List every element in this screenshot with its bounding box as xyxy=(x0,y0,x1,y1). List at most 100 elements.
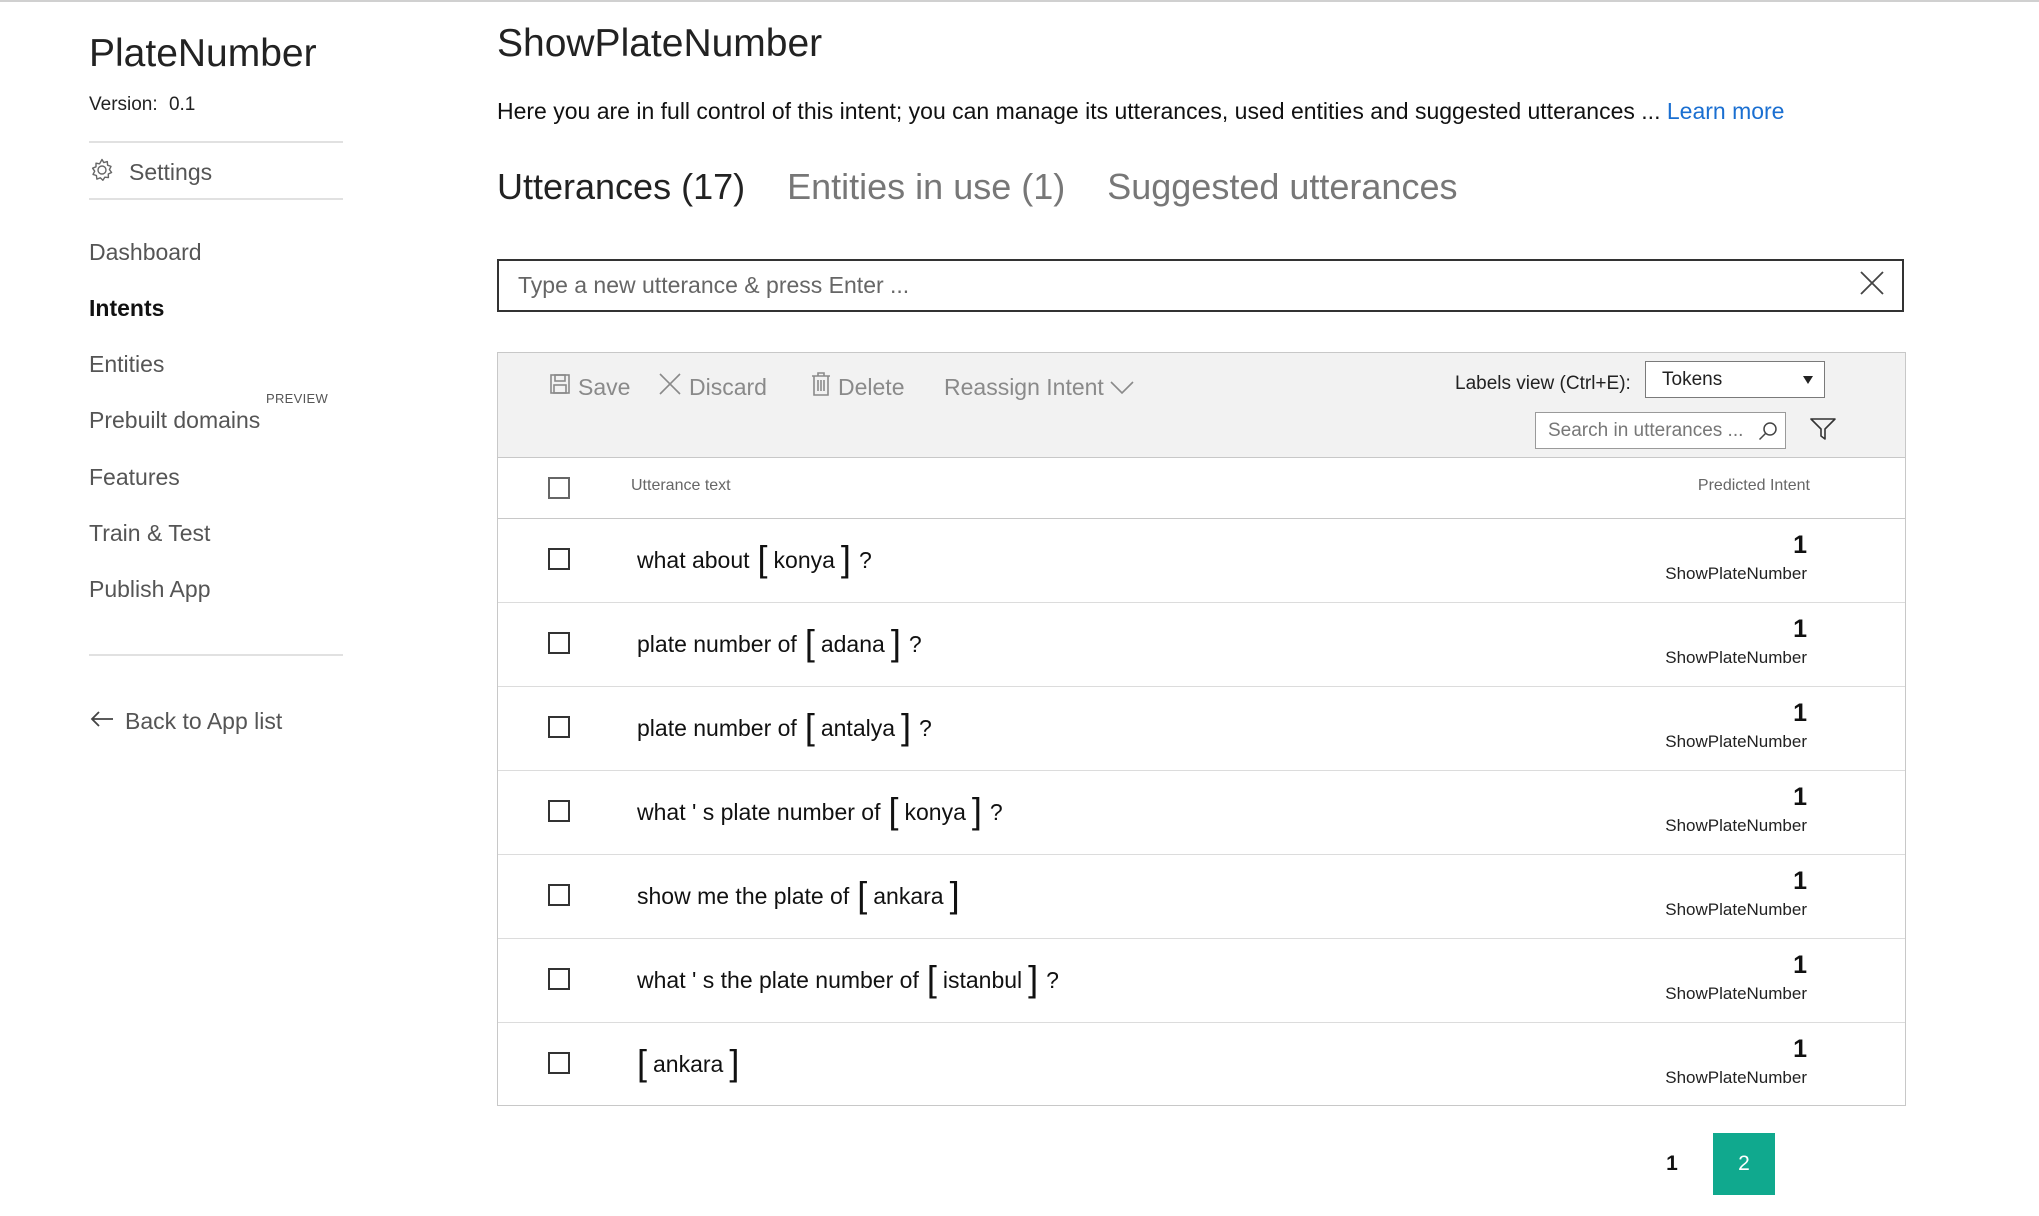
entity-open-bracket: [ xyxy=(637,1041,648,1083)
search-box xyxy=(1535,412,1786,449)
nav-train-test[interactable]: Train & Test xyxy=(89,520,210,547)
utterance-text[interactable]: what ' s plate number of [konya]? xyxy=(637,771,1003,854)
table-body: what about[konya]? 1 ShowPlateNumber plate … xyxy=(498,519,1905,1105)
prediction-score: 1 xyxy=(1793,783,1807,811)
nav-publish-app[interactable]: Publish App xyxy=(89,576,210,603)
reassign-intent-dropdown[interactable]: Reassign Intent xyxy=(944,367,1141,407)
tab-suggested-utterances[interactable]: Suggested utterances xyxy=(1107,166,1457,208)
utterance-text[interactable]: [ankara] xyxy=(637,1023,739,1106)
predicted-intent[interactable]: ShowPlateNumber xyxy=(1665,816,1807,836)
entity-token[interactable]: konya xyxy=(904,799,965,826)
row-checkbox[interactable] xyxy=(548,632,570,654)
utterance-prefix: plate number of xyxy=(637,631,797,657)
clear-button[interactable] xyxy=(1842,261,1902,310)
delete-label: Delete xyxy=(838,373,905,400)
page-title: ShowPlateNumber xyxy=(497,22,823,65)
new-utterance-input[interactable] xyxy=(499,260,1842,311)
table-row[interactable]: plate number of [antalya]? 1 ShowPlateNumbe… xyxy=(498,687,1905,771)
entity-token[interactable]: adana xyxy=(821,631,885,658)
nav-prebuilt-domains-label: Prebuilt domains xyxy=(89,407,261,433)
row-checkbox[interactable] xyxy=(548,716,570,738)
utterance-text[interactable]: show me the plate of [ankara] xyxy=(637,855,960,938)
page-1-button[interactable]: 1 xyxy=(1641,1133,1703,1195)
app-name: PlateNumber xyxy=(89,32,317,75)
tab-utterances[interactable]: Utterances (17) xyxy=(497,166,745,208)
learn-more-link[interactable]: Learn more xyxy=(1667,98,1785,124)
table-row[interactable]: what ' s the plate number of [istanbul]? 1… xyxy=(498,939,1905,1023)
utterance-text[interactable]: plate number of [antalya]? xyxy=(637,687,932,770)
entity-open-bracket: [ xyxy=(757,537,768,579)
filter-button[interactable] xyxy=(1808,416,1838,446)
entity-token[interactable]: ankara xyxy=(653,1051,723,1078)
divider xyxy=(89,654,343,656)
divider xyxy=(89,198,343,200)
nav-entities[interactable]: Entities xyxy=(89,351,164,378)
nav-prebuilt-domains[interactable]: Prebuilt domains PREVIEW xyxy=(89,391,328,434)
labels-view-label: Labels view (Ctrl+E): xyxy=(1455,373,1631,394)
save-icon xyxy=(549,373,578,401)
page-2-button[interactable]: 2 xyxy=(1713,1133,1775,1195)
nav-dashboard[interactable]: Dashboard xyxy=(89,239,202,266)
tab-entities-in-use[interactable]: Entities in use (1) xyxy=(787,166,1065,208)
prediction-score: 1 xyxy=(1793,531,1807,559)
reassign-label: Reassign Intent xyxy=(944,373,1104,400)
tab-bar: Utterances (17) Entities in use (1) Sugg… xyxy=(497,166,1499,208)
utterance-text[interactable]: what about [konya]? xyxy=(637,519,872,602)
predicted-intent[interactable]: ShowPlateNumber xyxy=(1665,648,1807,668)
settings-link[interactable]: Settings xyxy=(89,156,212,188)
table-row[interactable]: what ' s plate number of [konya]? 1 ShowPla… xyxy=(498,771,1905,855)
prediction-score: 1 xyxy=(1793,699,1807,727)
utterance-text[interactable]: what ' s the plate number of [istanbul]? xyxy=(637,939,1059,1022)
row-checkbox[interactable] xyxy=(548,800,570,822)
predicted-intent[interactable]: ShowPlateNumber xyxy=(1665,732,1807,752)
labels-view-select[interactable]: Tokens xyxy=(1645,361,1825,398)
utterance-suffix: ? xyxy=(858,547,872,573)
predicted-intent[interactable]: ShowPlateNumber xyxy=(1665,984,1807,1004)
save-button[interactable]: Save xyxy=(549,367,630,407)
entity-close-bracket: ] xyxy=(840,537,851,579)
utterance-prefix: plate number of xyxy=(637,715,797,741)
entity-open-bracket: [ xyxy=(804,705,815,747)
utterance-prefix: show me the plate of xyxy=(637,883,850,909)
predicted-intent[interactable]: ShowPlateNumber xyxy=(1665,900,1807,920)
entity-close-bracket: ] xyxy=(971,789,982,831)
utterance-prefix: what ' s the plate number of xyxy=(637,967,919,993)
search-icon[interactable] xyxy=(1751,421,1785,441)
entity-open-bracket: [ xyxy=(804,621,815,663)
entity-token[interactable]: ankara xyxy=(873,883,943,910)
table-row[interactable]: [ankara] 1 ShowPlateNumber xyxy=(498,1023,1905,1105)
row-checkbox[interactable] xyxy=(548,1052,570,1074)
row-checkbox[interactable] xyxy=(548,548,570,570)
filter-icon xyxy=(1810,417,1836,446)
row-checkbox[interactable] xyxy=(548,884,570,906)
table-row[interactable]: plate number of [adana]? 1 ShowPlateNumber xyxy=(498,603,1905,687)
utterance-suffix: ? xyxy=(908,631,922,657)
table-row[interactable]: show me the plate of [ankara] 1 ShowPlateNu… xyxy=(498,855,1905,939)
nav-features[interactable]: Features xyxy=(89,464,180,491)
utterance-prefix: what ' s plate number of xyxy=(637,799,881,825)
nav-intents[interactable]: Intents xyxy=(89,295,164,322)
predicted-intent[interactable]: ShowPlateNumber xyxy=(1665,1068,1807,1088)
delete-button[interactable]: Delete xyxy=(811,367,904,407)
close-icon xyxy=(658,372,689,402)
select-all-checkbox[interactable] xyxy=(548,477,570,499)
entity-token[interactable]: antalya xyxy=(821,715,895,742)
discard-button[interactable]: Discard xyxy=(658,367,767,407)
entity-token[interactable]: konya xyxy=(774,547,835,574)
back-label: Back to App list xyxy=(125,708,283,734)
prediction-score: 1 xyxy=(1793,867,1807,895)
column-header-utterance: Utterance text xyxy=(631,477,731,494)
prediction-score: 1 xyxy=(1793,1035,1807,1063)
grid-toolbar: Save Discard Delete Reassign Intent Labe… xyxy=(498,353,1905,458)
utterance-text[interactable]: plate number of [adana]? xyxy=(637,603,922,686)
version-label: Version: xyxy=(89,94,158,115)
back-to-app-list-link[interactable]: Back to App list xyxy=(89,708,282,735)
row-checkbox[interactable] xyxy=(548,968,570,990)
table-row[interactable]: what about [konya]? 1 ShowPlateNumber xyxy=(498,519,1905,603)
new-utterance-box xyxy=(497,259,1904,312)
table-header: Utterance text Predicted Intent xyxy=(498,458,1905,519)
search-input[interactable] xyxy=(1536,418,1751,443)
predicted-intent[interactable]: ShowPlateNumber xyxy=(1665,564,1807,584)
entity-token[interactable]: istanbul xyxy=(943,967,1022,994)
entity-close-bracket: ] xyxy=(729,1041,740,1083)
